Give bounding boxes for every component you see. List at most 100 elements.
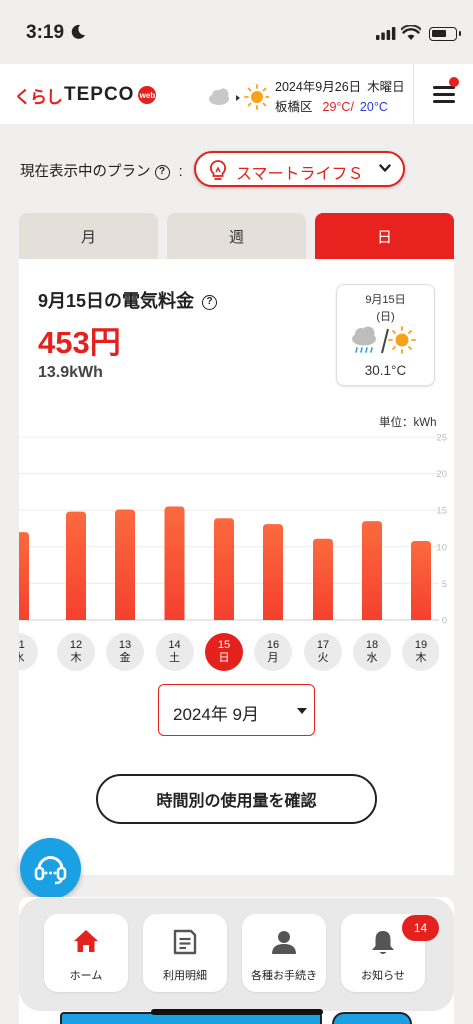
usage-title-text: 9月15日の電気料金 bbox=[38, 291, 195, 311]
app-header: くらし TEPCO web 2024年9月26日 木曜日 板橋区 29°C/20°C bbox=[0, 64, 473, 124]
help-icon[interactable]: ? bbox=[202, 294, 218, 310]
help-icon[interactable]: ? bbox=[154, 164, 170, 180]
bar-13-金[interactable] bbox=[115, 509, 135, 620]
day-chip-weekday: 日 bbox=[218, 652, 230, 664]
day-chip-number: 13 bbox=[118, 639, 132, 651]
day-chip-number: 15 bbox=[217, 639, 231, 651]
bell-icon bbox=[372, 931, 394, 954]
month-select-value: 2024年 9月 bbox=[173, 705, 259, 724]
nav-procedures-label: 各種お手続き bbox=[251, 970, 317, 982]
day-selector: 11水12木13金14土15日16月17火18水19木 bbox=[19, 633, 439, 673]
day-chip-number: 17 bbox=[316, 639, 330, 651]
header-date-text: 2024年9月26日 bbox=[275, 80, 362, 94]
dropdown-arrow-icon bbox=[297, 708, 307, 714]
header-location: 板橋区 bbox=[275, 100, 313, 114]
header-temp-high: 29°C/ bbox=[322, 100, 354, 114]
bar-11-水[interactable] bbox=[19, 532, 29, 620]
rain-cloud-icon bbox=[352, 326, 376, 353]
weather-date: 9月15日 bbox=[365, 294, 406, 306]
price-value: 453円 bbox=[38, 325, 121, 360]
month-select[interactable]: 2024年 9月 bbox=[158, 684, 315, 736]
y-tick-label: 25 bbox=[436, 433, 447, 444]
day-chip-weekday: 水 bbox=[19, 652, 38, 665]
bar-18-水[interactable] bbox=[362, 521, 382, 620]
document-icon bbox=[173, 929, 197, 955]
moon-icon bbox=[71, 24, 85, 39]
y-tick-label: 20 bbox=[436, 469, 447, 480]
day-chip-weekday: 木 bbox=[70, 652, 82, 664]
hamburger-line bbox=[433, 93, 455, 96]
bar-15-日[interactable] bbox=[214, 518, 234, 620]
day-chip-19[interactable]: 19 木 bbox=[402, 633, 439, 671]
day-chip-16[interactable]: 16 月 bbox=[254, 633, 292, 671]
bar-14-土[interactable] bbox=[164, 506, 185, 620]
tab-month[interactable]: 月 bbox=[19, 213, 158, 259]
bar-19-木[interactable] bbox=[411, 540, 431, 620]
day-chip-15[interactable]: 15 日 bbox=[205, 633, 243, 671]
status-time: 3:19 bbox=[26, 22, 65, 43]
day-chip-12[interactable]: 12 木 bbox=[57, 633, 95, 671]
header-date: 2024年9月26日 木曜日 bbox=[275, 76, 405, 95]
day-chip-number: 12 bbox=[69, 639, 83, 651]
nav-statement[interactable]: 利用明細 bbox=[143, 914, 227, 992]
status-bar: 3:19 bbox=[0, 0, 473, 64]
day-chip-11[interactable]: 11水 bbox=[19, 633, 38, 671]
support-chat-button[interactable] bbox=[20, 838, 81, 899]
tab-week[interactable]: 週 bbox=[167, 213, 306, 259]
daily-usage-chart: 0 5 10 15 20 25 bbox=[19, 433, 447, 627]
plan-label-text: 現在表示中のプラン bbox=[20, 164, 151, 180]
day-chip-weekday: 木 bbox=[415, 652, 427, 664]
plan-colon: : bbox=[178, 164, 183, 180]
plan-select[interactable]: スマートライフＳ bbox=[194, 151, 405, 187]
bar-17-火[interactable] bbox=[313, 538, 333, 620]
day-chip-weekday: 土 bbox=[169, 652, 180, 664]
day-chip-number: 18 bbox=[365, 639, 379, 651]
usage-title: 9月15日の電気料金? bbox=[38, 287, 218, 313]
y-tick-label: 15 bbox=[436, 506, 447, 517]
weather-icons bbox=[352, 326, 416, 354]
day-chip-14[interactable]: 14 土 bbox=[155, 633, 194, 671]
day-chip-number: 16 bbox=[266, 639, 280, 651]
nav-procedures[interactable]: 各種お手続き bbox=[242, 914, 326, 992]
header-temp-low: 20°C bbox=[359, 100, 388, 114]
day-chip-17[interactable]: 17 火 bbox=[304, 633, 342, 671]
bar-16-月[interactable] bbox=[263, 524, 283, 620]
header-weekday: 木曜日 bbox=[367, 80, 405, 94]
hamburger-menu-button[interactable] bbox=[413, 64, 473, 124]
day-chip-number: 11 bbox=[19, 639, 25, 651]
weather-card: 9月15日 (日) 30.1°C bbox=[336, 284, 435, 386]
logo-kurashi: くらし bbox=[14, 87, 63, 107]
slash-divider bbox=[381, 328, 389, 354]
menu-notification-dot bbox=[449, 77, 459, 87]
tab-day[interactable]: 日 bbox=[315, 213, 454, 259]
cloud-icon bbox=[209, 88, 229, 105]
person-icon bbox=[272, 931, 296, 954]
y-tick-label: 10 bbox=[436, 542, 447, 553]
nav-home-label: ホーム bbox=[69, 970, 103, 982]
day-chip-weekday: 火 bbox=[317, 652, 329, 664]
bar-12-木[interactable] bbox=[66, 511, 86, 620]
logo-web-badge: web bbox=[138, 86, 157, 104]
chevron-down-icon bbox=[379, 164, 391, 172]
logo-tepco: TEPCO bbox=[64, 84, 135, 105]
notification-badge: 14 bbox=[402, 915, 439, 941]
kurashi-tepco-logo[interactable]: くらし TEPCO web bbox=[14, 82, 157, 108]
plan-label: 現在表示中のプラン ? : bbox=[20, 160, 183, 181]
plan-select-value: スマートライフＳ bbox=[236, 166, 364, 183]
nav-notifications-label: お知らせ bbox=[361, 970, 405, 982]
day-chip-18[interactable]: 18 水 bbox=[353, 633, 391, 671]
bottom-navigation: ホーム 利用明細 各種お手続き お知らせ bbox=[19, 898, 454, 1011]
nav-home[interactable]: ホーム bbox=[44, 914, 128, 992]
battery-icon bbox=[429, 27, 461, 41]
day-chip-number: 19 bbox=[414, 639, 428, 651]
hourly-usage-button[interactable]: 時間別の使用量を確認 bbox=[96, 774, 377, 824]
nav-statement-label: 利用明細 bbox=[163, 970, 207, 982]
day-chip-weekday: 金 bbox=[119, 652, 131, 664]
day-chip-weekday: 水 bbox=[366, 652, 378, 664]
lightbulb-icon bbox=[209, 160, 227, 180]
usage-kwh: 13.9kWh bbox=[38, 364, 103, 381]
sun-icon bbox=[388, 326, 416, 354]
headset-icon bbox=[34, 856, 67, 885]
day-chip-13[interactable]: 13 金 bbox=[106, 633, 144, 671]
hamburger-line bbox=[433, 100, 455, 103]
